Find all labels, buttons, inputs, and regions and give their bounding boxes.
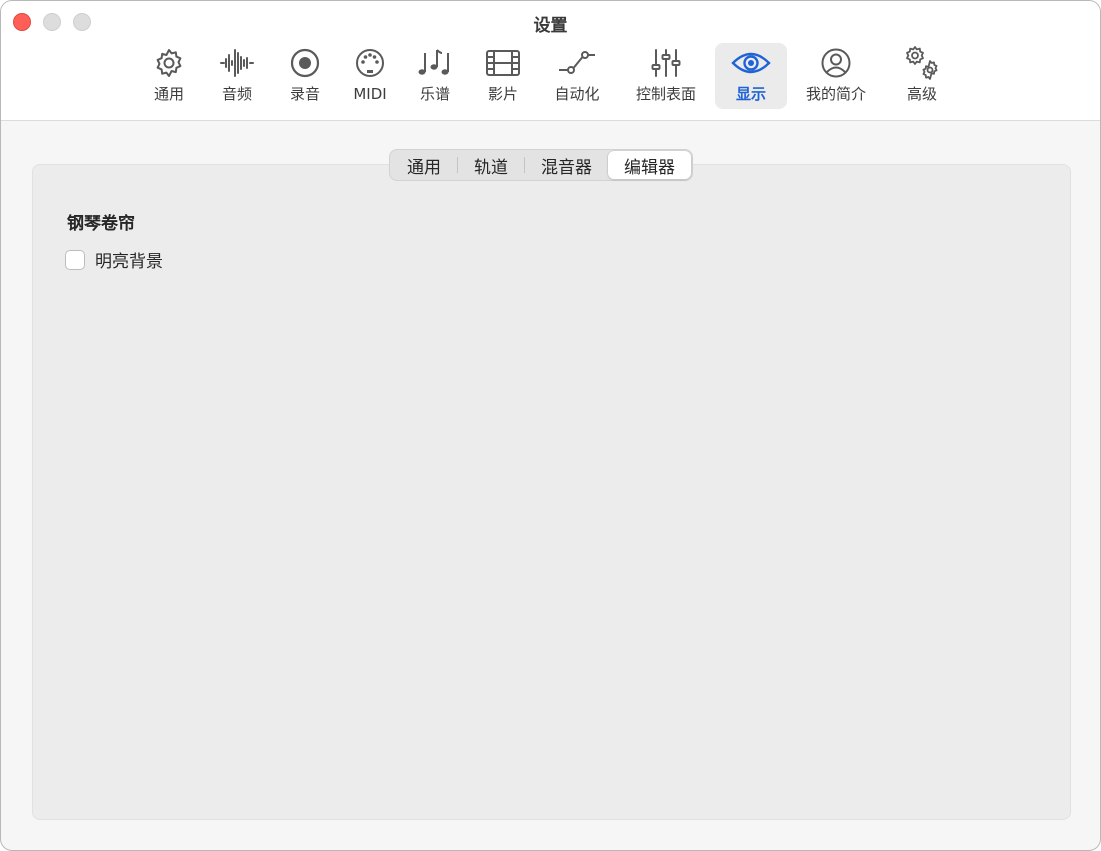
toolbar-item-recording[interactable]: 录音	[280, 43, 330, 109]
automation-curve-icon	[557, 43, 597, 83]
toolbar-item-automation[interactable]: 自动化	[549, 43, 605, 109]
window-title: 设置	[533, 16, 568, 36]
piano-roll-section-title: 钢琴卷帘	[67, 214, 135, 234]
toolbar-item-label: 音频	[221, 85, 252, 103]
toolbar-item-label: 自动化	[554, 85, 600, 103]
tab-tracks[interactable]: 轨道	[458, 151, 524, 179]
gear-icon	[153, 43, 185, 83]
toolbar-item-label: 显示	[735, 85, 766, 103]
tab-general[interactable]: 通用	[391, 151, 457, 179]
toolbar-item-control-surfaces[interactable]: 控制表面	[629, 43, 703, 109]
toolbar-item-label: 录音	[289, 85, 320, 103]
settings-panel	[32, 164, 1071, 820]
toolbar-item-label: 影片	[487, 85, 518, 103]
person-circle-icon	[820, 43, 852, 83]
tab-editors[interactable]: 编辑器	[608, 151, 691, 179]
bright-background-option[interactable]: 明亮背景	[65, 247, 163, 272]
tab-mixer[interactable]: 混音器	[525, 151, 608, 179]
toolbar-item-audio[interactable]: 音频	[212, 43, 262, 109]
toolbar-item-label: 控制表面	[635, 85, 696, 103]
record-icon	[289, 43, 321, 83]
film-icon	[485, 43, 521, 83]
settings-toolbar: 通用 音频 录音 MIDI 乐谱 影片 自动化 控制表面 显示 我的简介 高级	[1, 43, 1100, 111]
eye-icon	[731, 43, 771, 83]
toolbar-item-label: MIDI	[353, 85, 387, 103]
midi-port-icon	[354, 43, 386, 83]
settings-window: 设置 通用 音频 录音 MIDI 乐谱 影片 自动化 控制表面 显示 我的简介 …	[0, 0, 1101, 851]
music-notes-icon	[417, 43, 453, 83]
toolbar-item-label: 我的简介	[805, 85, 866, 103]
titlebar: 设置 通用 音频 录音 MIDI 乐谱 影片 自动化 控制表面 显示 我的简介 …	[1, 1, 1100, 121]
toolbar-item-my-info[interactable]: 我的简介	[799, 43, 873, 109]
toolbar-item-midi[interactable]: MIDI	[345, 43, 395, 109]
display-tabs: 通用 轨道 混音器 编辑器	[389, 149, 693, 181]
bright-background-label: 明亮背景	[95, 252, 163, 272]
sliders-icon	[650, 43, 682, 83]
toolbar-item-label: 乐谱	[419, 85, 450, 103]
toolbar-item-label: 高级	[906, 85, 937, 103]
waveform-icon	[219, 43, 255, 83]
toolbar-item-advanced[interactable]: 高级	[897, 43, 947, 109]
gears-icon	[902, 43, 942, 83]
toolbar-item-movie[interactable]: 影片	[478, 43, 528, 109]
toolbar-item-score[interactable]: 乐谱	[410, 43, 460, 109]
bright-background-checkbox[interactable]	[65, 249, 85, 270]
toolbar-item-display[interactable]: 显示	[715, 43, 787, 109]
toolbar-item-general[interactable]: 通用	[144, 43, 194, 109]
toolbar-item-label: 通用	[153, 85, 184, 103]
